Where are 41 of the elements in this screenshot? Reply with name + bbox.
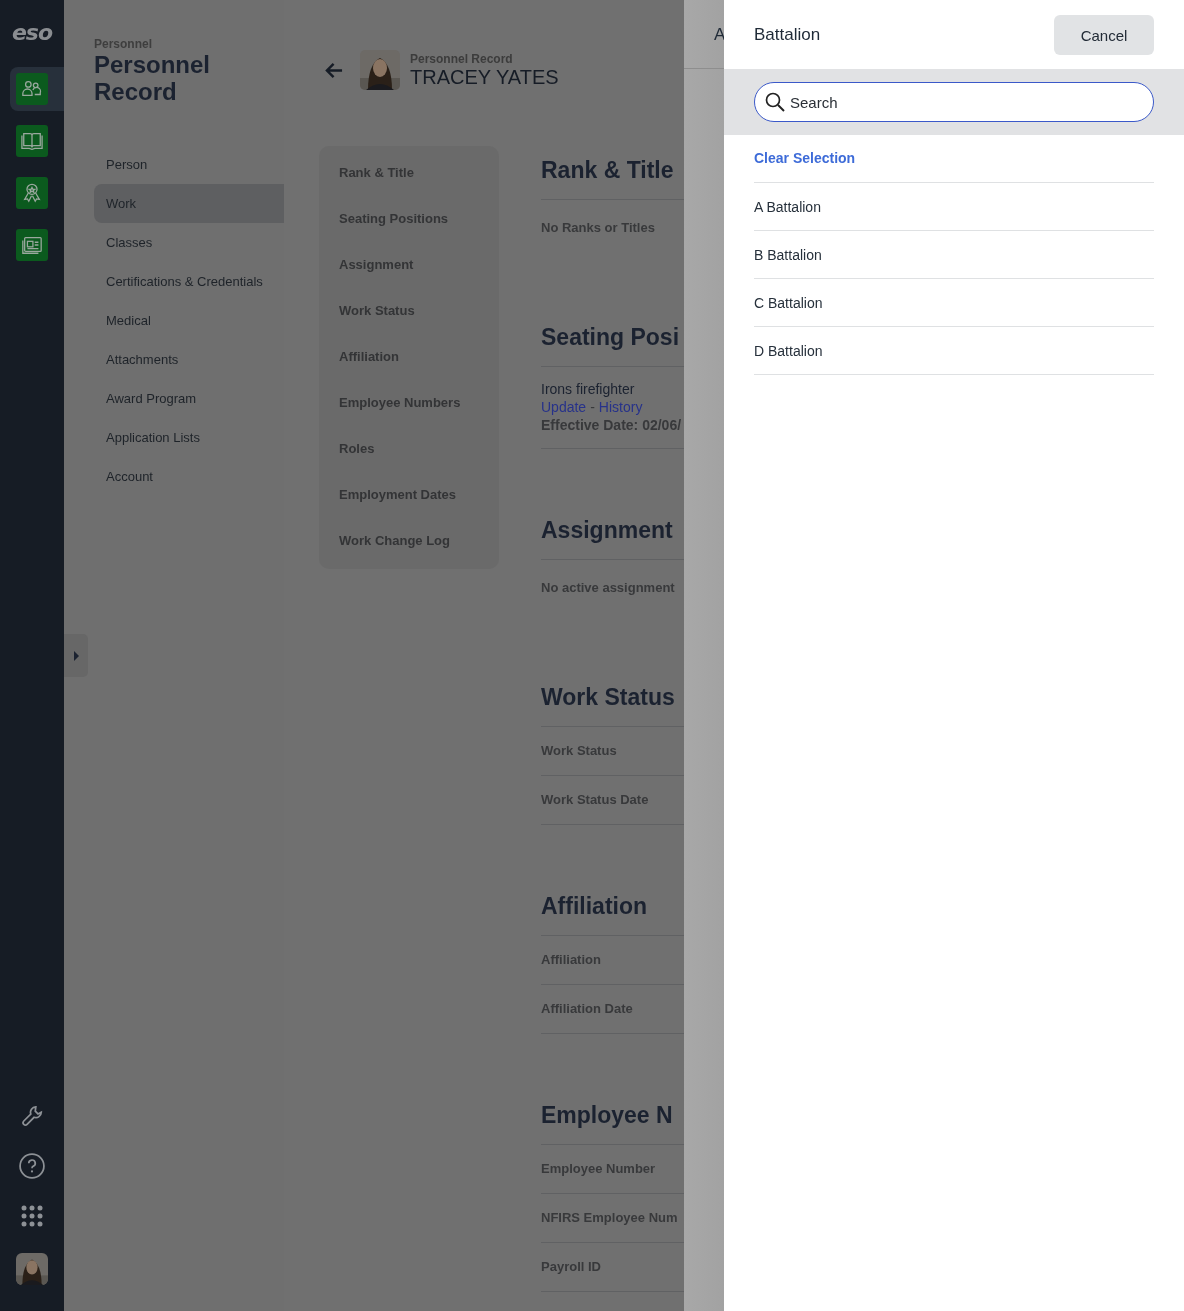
search-icon: [765, 92, 785, 112]
empty-message: No Ranks or Titles: [541, 219, 656, 237]
link-separator: -: [590, 399, 595, 415]
nav-item[interactable]: Application Lists: [94, 418, 284, 457]
nav-item[interactable]: Certifications & Credentials: [94, 262, 284, 301]
option-item[interactable]: C Battalion: [754, 279, 1154, 327]
nav-item[interactable]: Person: [94, 145, 284, 184]
link[interactable]: History: [598, 399, 643, 415]
person-name: TRACEY YATES: [410, 65, 559, 88]
section-link[interactable]: Assignment: [339, 253, 499, 299]
app-button[interactable]: [10, 67, 64, 111]
option-item[interactable]: B Battalion: [754, 231, 1154, 279]
caret-icon: [73, 650, 79, 661]
book-icon: [21, 130, 43, 152]
app-grid-icon[interactable]: [21, 1205, 43, 1227]
newspaper-icon: [21, 234, 43, 256]
search-field[interactable]: Search: [754, 82, 1154, 122]
option-item[interactable]: A Battalion: [754, 183, 1154, 231]
wrench-icon[interactable]: [20, 1103, 44, 1127]
option-item[interactable]: D Battalion: [754, 327, 1154, 375]
section-link[interactable]: Affiliation: [339, 345, 499, 391]
effective-date: Effective Date: 02/06/: [541, 416, 683, 434]
nav-item[interactable]: Award Program: [94, 379, 284, 418]
section-link[interactable]: Employment Dates: [339, 483, 499, 529]
cancel-button[interactable]: Cancel: [1054, 15, 1154, 55]
nav-item[interactable]: Account: [94, 457, 284, 496]
ribbon-icon: [21, 182, 43, 204]
link[interactable]: Update: [541, 399, 587, 415]
empty-message: No active assignment: [541, 579, 676, 597]
drawer-title: Battalion: [754, 24, 821, 45]
back-arrow-icon[interactable]: [325, 61, 344, 79]
page-title: Personnel Record: [94, 51, 212, 105]
nav-item[interactable]: Attachments: [94, 340, 284, 379]
nav-item[interactable]: Work: [94, 184, 284, 223]
section-link[interactable]: Employee Numbers: [339, 391, 499, 437]
logo: eso: [11, 22, 53, 44]
help-icon[interactable]: [19, 1153, 45, 1179]
clear-selection-link[interactable]: Clear Selection: [754, 135, 1154, 183]
position-name: Irons firefighter: [541, 380, 636, 398]
nav-item[interactable]: Medical: [94, 301, 284, 340]
nav-item[interactable]: Classes: [94, 223, 284, 262]
